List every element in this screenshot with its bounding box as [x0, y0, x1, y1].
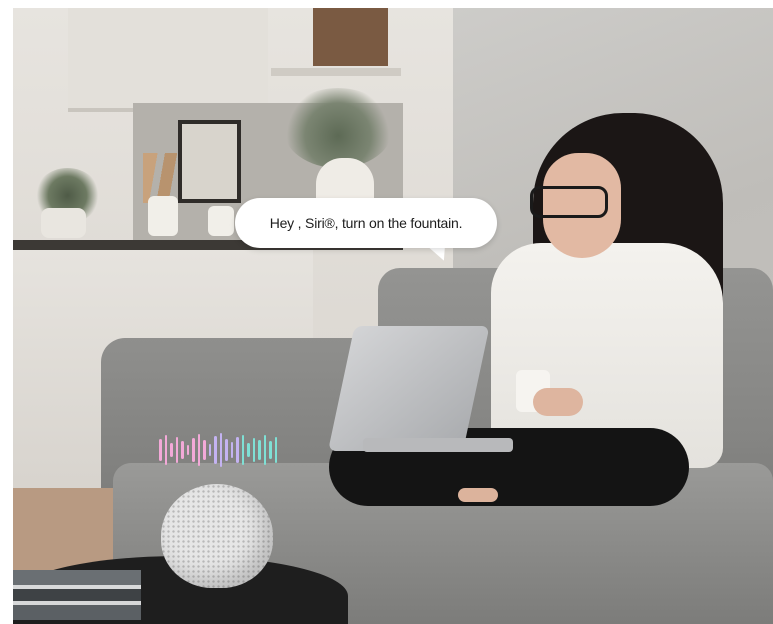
upper-cabinet — [68, 8, 268, 112]
wave-bar — [181, 441, 184, 459]
wave-bar — [225, 439, 228, 461]
wave-bar — [170, 443, 173, 457]
living-room-photo — [13, 8, 773, 624]
wave-bar — [164, 435, 167, 465]
wave-bar — [203, 440, 206, 460]
wave-bar — [269, 441, 272, 459]
wave-bar — [208, 444, 211, 456]
upper-shelf — [271, 68, 401, 76]
glasses — [530, 186, 608, 218]
wave-bar — [175, 437, 178, 463]
hanging-plant — [283, 88, 393, 168]
wave-bar — [274, 437, 277, 463]
wave-bar — [241, 435, 244, 465]
wave-bar — [263, 435, 266, 465]
wave-bar — [214, 436, 217, 464]
wave-bar — [230, 442, 233, 458]
wave-bar — [192, 438, 195, 462]
voice-waveform-icon — [159, 432, 277, 468]
speech-bubble: Hey , Siri®, turn on the fountain. — [235, 198, 497, 248]
plant-pot — [41, 208, 86, 238]
smart-speaker — [161, 484, 273, 588]
wave-bar — [219, 433, 222, 467]
wave-bar — [258, 440, 261, 460]
wave-bar — [186, 445, 189, 455]
apple-logo-icon — [380, 371, 406, 397]
wave-bar — [159, 439, 162, 461]
woman-hand — [533, 388, 583, 416]
book-stack — [13, 570, 141, 620]
wave-bar — [197, 434, 200, 466]
wave-bar — [236, 437, 239, 463]
woman-foot — [458, 488, 498, 502]
laptop-base — [363, 438, 513, 452]
laptop-screen — [328, 326, 490, 451]
picture-frame — [178, 120, 241, 203]
ceramic-jar — [148, 196, 178, 236]
ceramic-cup — [208, 206, 234, 236]
wooden-board — [313, 8, 388, 66]
wave-bar — [252, 438, 255, 462]
speech-bubble-text: Hey , Siri®, turn on the fountain. — [269, 215, 463, 231]
wave-bar — [247, 443, 250, 457]
